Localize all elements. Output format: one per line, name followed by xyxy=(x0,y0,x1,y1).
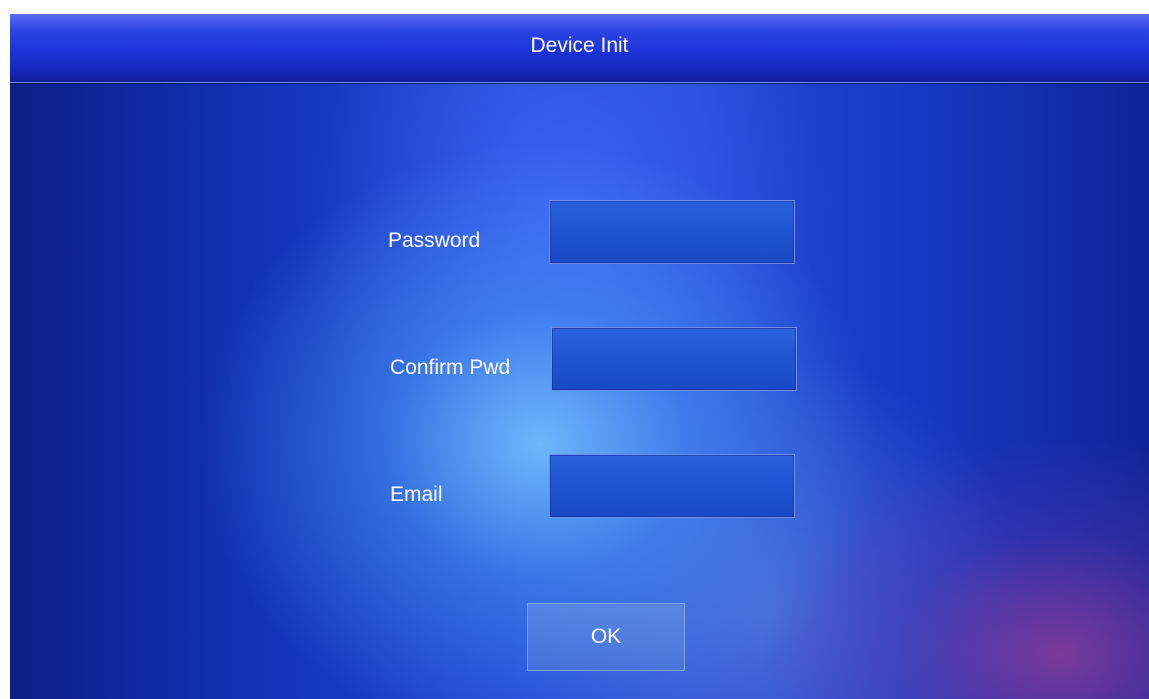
ok-button[interactable]: OK xyxy=(527,603,685,671)
email-label: Email xyxy=(390,483,443,506)
page-title: Device Init xyxy=(530,34,629,57)
confirm-password-label: Confirm Pwd xyxy=(390,356,511,379)
password-label: Password xyxy=(388,229,481,252)
confirm-password-field[interactable] xyxy=(551,327,797,391)
password-field[interactable] xyxy=(549,200,795,264)
email-field[interactable] xyxy=(549,454,795,518)
title-bar: Device Init xyxy=(10,14,1149,83)
device-init-screen: Device Init Password Confirm Pwd Email O… xyxy=(10,14,1149,699)
